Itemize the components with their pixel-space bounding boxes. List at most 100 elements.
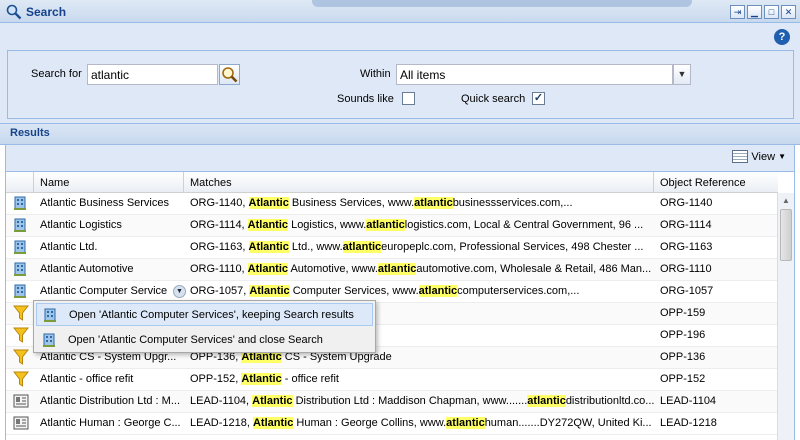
match-highlight: atlantic xyxy=(366,219,405,231)
row-name[interactable]: Atlantic Human : George C... xyxy=(34,413,184,435)
window-titlebar: Search ⇥ ▁ □ ✕ xyxy=(0,0,800,23)
row-menu-chevron-icon[interactable]: ▼ xyxy=(173,285,186,298)
card-icon xyxy=(6,391,34,413)
within-label: Within xyxy=(360,68,391,80)
close-icon[interactable]: ✕ xyxy=(781,5,796,19)
menu-item-label: Open 'Atlantic Computer Services', keepi… xyxy=(69,308,354,321)
column-header-reference[interactable]: Object Reference xyxy=(654,172,778,193)
row-reference: ORG-1114 xyxy=(660,219,712,231)
view-list-icon xyxy=(732,150,749,163)
row-reference: OPP-196 xyxy=(660,329,706,341)
pin-icon[interactable]: ⇥ xyxy=(730,5,745,19)
help-icon[interactable]: ? xyxy=(774,29,790,45)
match-highlight: atlantic xyxy=(527,395,566,407)
row-reference: ORG-1163 xyxy=(660,241,713,253)
building-icon xyxy=(6,259,34,281)
sounds-like-checkbox[interactable] xyxy=(402,92,415,105)
row-name[interactable]: Atlantic Business Services xyxy=(34,193,184,215)
column-header-matches[interactable]: Matches xyxy=(184,172,654,193)
view-button[interactable]: View ▼ xyxy=(732,150,786,163)
building-icon xyxy=(6,193,34,215)
window-controls: ⇥ ▁ □ ✕ xyxy=(730,5,796,19)
building-icon xyxy=(44,308,56,322)
row-reference: OPP-152 xyxy=(660,373,706,385)
card-icon xyxy=(6,413,34,435)
match-highlight: Atlantic xyxy=(247,263,289,275)
row-reference: ORG-1140 xyxy=(660,197,713,209)
table-row[interactable]: Atlantic Human : George C... LEAD-1218, A… xyxy=(6,413,778,435)
funnel-icon xyxy=(6,347,34,369)
row-name[interactable]: Atlantic Distribution Ltd : M... xyxy=(34,391,184,413)
funnel-icon xyxy=(6,325,34,347)
sounds-like-label: Sounds like xyxy=(337,93,394,105)
quick-search-label: Quick search xyxy=(461,93,526,105)
match-highlight: Atlantic xyxy=(252,395,293,407)
quick-search-checkbox[interactable]: ✓ xyxy=(532,92,545,105)
row-matches: ORG-1140, Atlantic Business Services, ww… xyxy=(190,197,573,209)
table-row[interactable]: Atlantic Automotive ORG-1110, Atlantic Au… xyxy=(6,259,778,281)
row-reference: LEAD-1104 xyxy=(660,395,717,407)
row-matches: ORG-1110, Atlantic Automotive, www.atlan… xyxy=(190,263,652,275)
row-reference: LEAD-1218 xyxy=(660,417,717,429)
match-highlight: Atlantic xyxy=(247,219,289,231)
building-icon xyxy=(6,237,34,259)
row-matches: OPP-152, Atlantic - office refit xyxy=(190,373,339,385)
match-highlight: atlantic xyxy=(377,263,417,275)
table-row[interactable]: Atlantic Ltd. ORG-1163, Atlantic Ltd., ww… xyxy=(6,237,778,259)
row-matches: LEAD-1104, Atlantic Distribution Ltd : M… xyxy=(190,395,654,407)
magnifier-icon xyxy=(222,67,238,83)
titlebar-decoration xyxy=(312,0,692,7)
match-highlight: Atlantic xyxy=(241,373,282,385)
table-row[interactable]: Atlantic Logistics ORG-1114, Atlantic Log… xyxy=(6,215,778,237)
row-matches: ORG-1114, Atlantic Logistics, www.atlant… xyxy=(190,219,644,231)
column-header-name[interactable]: Name xyxy=(34,172,184,193)
funnel-icon xyxy=(6,369,34,391)
search-icon xyxy=(6,4,22,20)
menu-open-keep-results[interactable]: Open 'Atlantic Computer Services', keepi… xyxy=(36,303,373,326)
match-highlight: atlantic xyxy=(418,285,458,297)
row-matches: ORG-1163, Atlantic Ltd., www.atlanticeur… xyxy=(190,241,644,253)
view-button-label: View xyxy=(751,150,776,163)
vertical-scrollbar[interactable]: ▲ xyxy=(777,193,794,440)
search-input[interactable] xyxy=(87,64,218,85)
row-name[interactable]: Atlantic Ltd. xyxy=(34,237,184,259)
row-matches: LEAD-1218, Atlantic Human : George Colli… xyxy=(190,417,652,429)
menu-open-close-search[interactable]: Open 'Atlantic Computer Services' and cl… xyxy=(36,328,373,351)
results-toolbar: View ▼ xyxy=(5,145,795,171)
match-highlight: atlantic xyxy=(446,417,485,429)
column-header-icon xyxy=(6,172,34,193)
table-row[interactable]: Atlantic - office refit OPP-152, Atlantic… xyxy=(6,369,778,391)
row-reference: ORG-1110 xyxy=(660,263,712,275)
menu-item-label: Open 'Atlantic Computer Services' and cl… xyxy=(68,333,323,346)
table-row[interactable]: Atlantic Business Services ORG-1140, Atla… xyxy=(6,193,778,215)
match-highlight: atlantic xyxy=(342,241,382,253)
row-name[interactable]: Atlantic Automotive xyxy=(34,259,184,281)
row-name[interactable]: Atlantic - office refit xyxy=(34,369,184,391)
window-title: Search xyxy=(26,5,67,19)
building-icon xyxy=(43,333,55,347)
building-icon xyxy=(6,215,34,237)
scroll-thumb[interactable] xyxy=(780,209,792,261)
within-select[interactable] xyxy=(396,64,673,85)
funnel-icon xyxy=(6,303,34,325)
match-highlight: atlantic xyxy=(414,197,453,209)
grid-header: Name Matches Object Reference xyxy=(6,172,778,193)
scroll-up-icon[interactable]: ▲ xyxy=(780,195,792,207)
search-area: ? Search for Within ▼ Sounds like Quick … xyxy=(0,23,800,123)
minimize-icon[interactable]: ▁ xyxy=(747,5,762,19)
results-header: Results xyxy=(0,123,800,145)
results-title: Results xyxy=(10,127,50,139)
chevron-down-icon: ▼ xyxy=(778,152,786,161)
search-form-panel: Search for Within ▼ Sounds like Quick se… xyxy=(7,50,794,119)
search-button[interactable] xyxy=(219,64,240,85)
within-dropdown-arrow[interactable]: ▼ xyxy=(673,64,691,85)
match-highlight: Atlantic xyxy=(252,417,294,429)
table-row[interactable]: Atlantic Distribution Ltd : M... LEAD-110… xyxy=(6,391,778,413)
maximize-icon[interactable]: □ xyxy=(764,5,779,19)
row-context-menu: Open 'Atlantic Computer Services', keepi… xyxy=(33,300,376,353)
building-icon xyxy=(6,281,34,303)
row-reference: OPP-159 xyxy=(660,307,706,319)
match-highlight: Atlantic xyxy=(249,285,290,297)
row-reference: ORG-1057 xyxy=(660,285,714,297)
row-name[interactable]: Atlantic Logistics xyxy=(34,215,184,237)
